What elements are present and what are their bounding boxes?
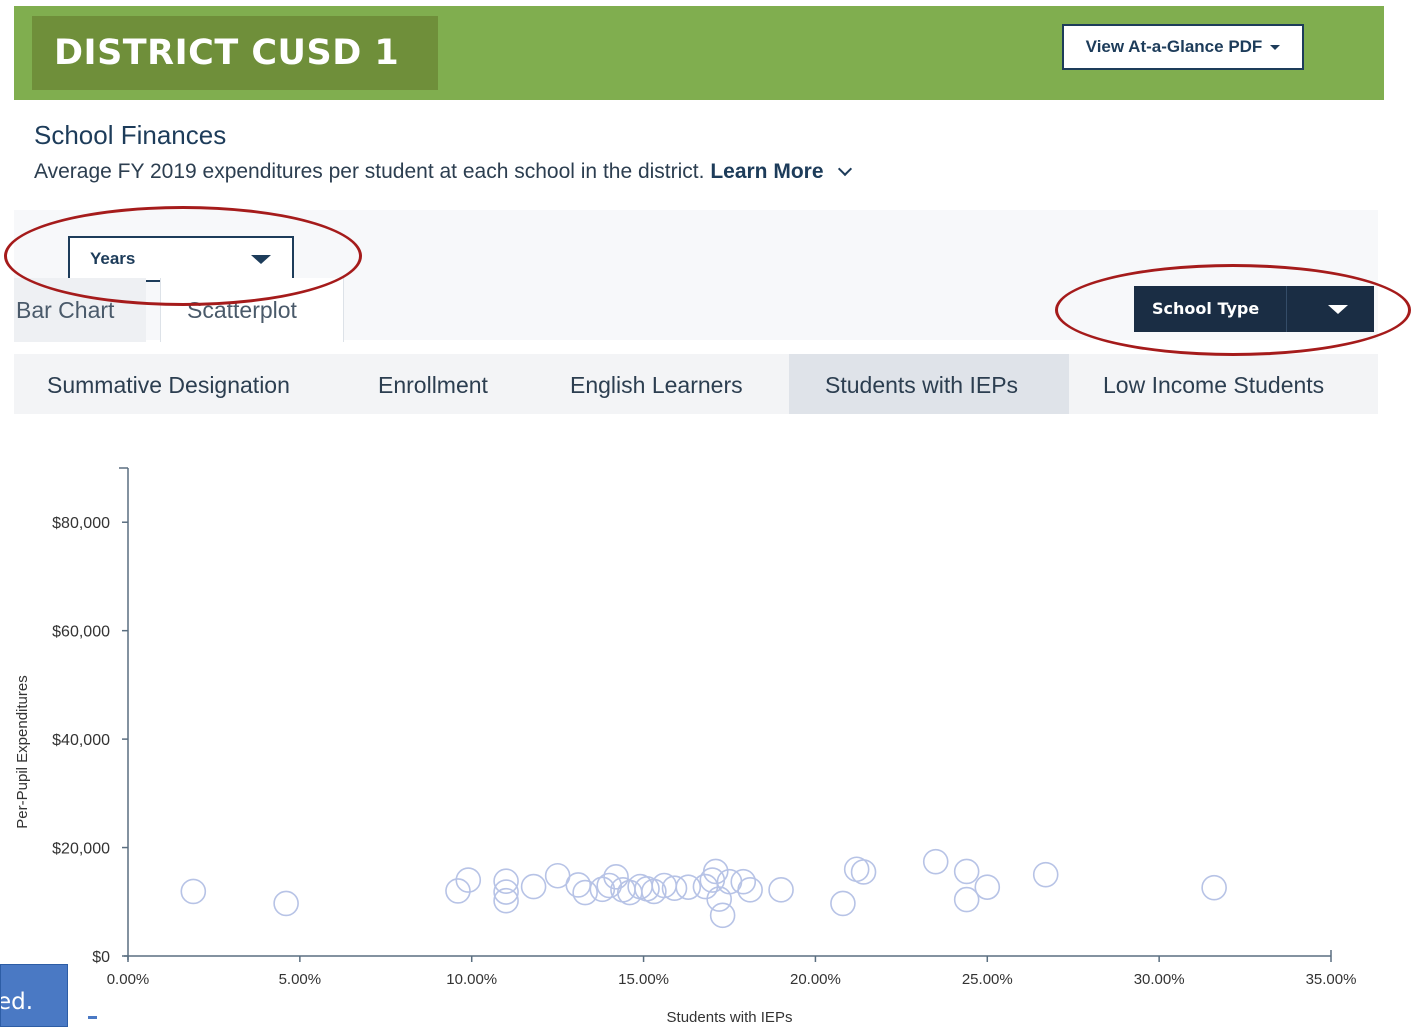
data-point [1032, 861, 1059, 888]
x-tick-label: 15.00% [618, 971, 669, 988]
data-point [850, 859, 877, 885]
data-point [922, 848, 949, 875]
caret-down-icon [1270, 44, 1281, 50]
x-tick-label: 10.00% [446, 971, 497, 988]
y-axis-label: Per-Pupil Expenditures [14, 675, 31, 828]
data-point [565, 872, 592, 898]
data-point [180, 878, 207, 905]
view-pdf-button-label: View At-a-Glance PDF [1085, 37, 1263, 56]
tab-english-learners[interactable]: English Learners [518, 354, 789, 414]
y-tick-label: $60,000 [52, 624, 110, 641]
data-point [953, 858, 980, 885]
data-point [273, 890, 299, 917]
district-title: DISTRICT CUSD 1 [32, 16, 438, 90]
data-point [830, 890, 856, 917]
learn-more-link[interactable]: Learn More [710, 160, 823, 183]
tab-enrollment[interactable]: Enrollment [336, 354, 518, 414]
tab-students-with-ieps[interactable]: Students with IEPs [789, 354, 1069, 414]
y-tick-label: $0 [92, 949, 110, 966]
section-title: School Finances [34, 120, 227, 150]
district-header: DISTRICT CUSD 1 View At-a-Glance PDF [14, 6, 1384, 100]
x-tick-label: 5.00% [279, 971, 322, 988]
x-tick-label: 20.00% [790, 971, 841, 988]
data-point [603, 864, 629, 890]
highlight-ellipse-years [4, 206, 362, 306]
x-axis-label: Students with IEPs [667, 1009, 793, 1026]
x-tick-label: 25.00% [962, 971, 1013, 988]
scatterplot-chart: 0.00% 5.00% 10.00% 15.00% 20.00% 25.00% 30.00%… [14, 467, 1357, 1026]
x-tick-label: 0.00% [107, 971, 150, 988]
data-point [730, 868, 757, 895]
metric-tabs: Summative Designation Enrollment English… [14, 354, 1378, 414]
y-tick-label: $80,000 [52, 515, 110, 532]
arrow-icon [88, 1016, 97, 1027]
data-point [493, 868, 519, 894]
y-tick-label: $20,000 [52, 841, 110, 858]
data-point [520, 873, 547, 900]
data-point [445, 878, 471, 904]
section-description-text: Average FY 2019 expenditures per student… [34, 160, 705, 183]
data-point [953, 886, 980, 913]
tab-low-income-students[interactable]: Low Income Students [1069, 354, 1378, 414]
x-tick-label: 35.00% [1306, 971, 1357, 988]
data-point [1201, 874, 1227, 901]
data-point [455, 867, 482, 893]
x-tick-label: 30.00% [1134, 971, 1185, 988]
tab-summative-designation[interactable]: Summative Designation [14, 354, 336, 414]
data-point [768, 877, 794, 903]
data-point [572, 879, 598, 906]
data-point [974, 874, 1001, 900]
chevron-down-icon[interactable] [837, 161, 852, 177]
section-description: Average FY 2019 expenditures per student… [34, 160, 852, 184]
callout-box: ed. [0, 964, 68, 1027]
highlight-ellipse-school-type [1055, 264, 1411, 356]
data-point [709, 902, 736, 929]
data-point [737, 877, 763, 903]
view-pdf-button[interactable]: View At-a-Glance PDF [1062, 24, 1304, 70]
y-tick-label: $40,000 [52, 732, 110, 749]
callout-text: ed. [0, 989, 34, 1015]
